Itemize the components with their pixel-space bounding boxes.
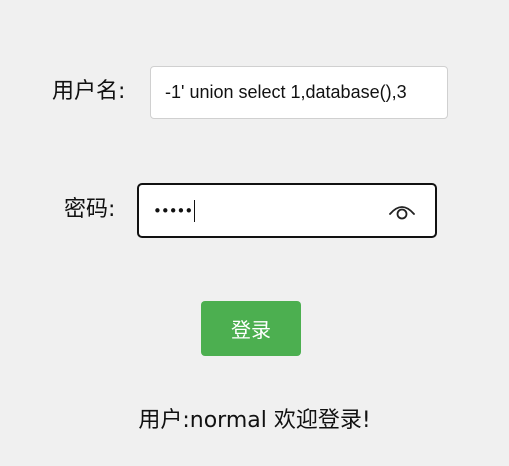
login-result-message: 用户:normal 欢迎登录! bbox=[138, 408, 371, 433]
login-button[interactable]: 登录 bbox=[201, 301, 301, 356]
username-field-container bbox=[150, 66, 448, 119]
username-input[interactable] bbox=[165, 82, 445, 103]
eye-icon[interactable] bbox=[389, 202, 415, 220]
text-cursor bbox=[194, 199, 196, 222]
password-masked-value: ••••• bbox=[153, 201, 193, 220]
username-label: 用户名: bbox=[52, 79, 126, 104]
password-input[interactable]: ••••• bbox=[137, 183, 437, 238]
password-label: 密码: bbox=[64, 197, 116, 222]
